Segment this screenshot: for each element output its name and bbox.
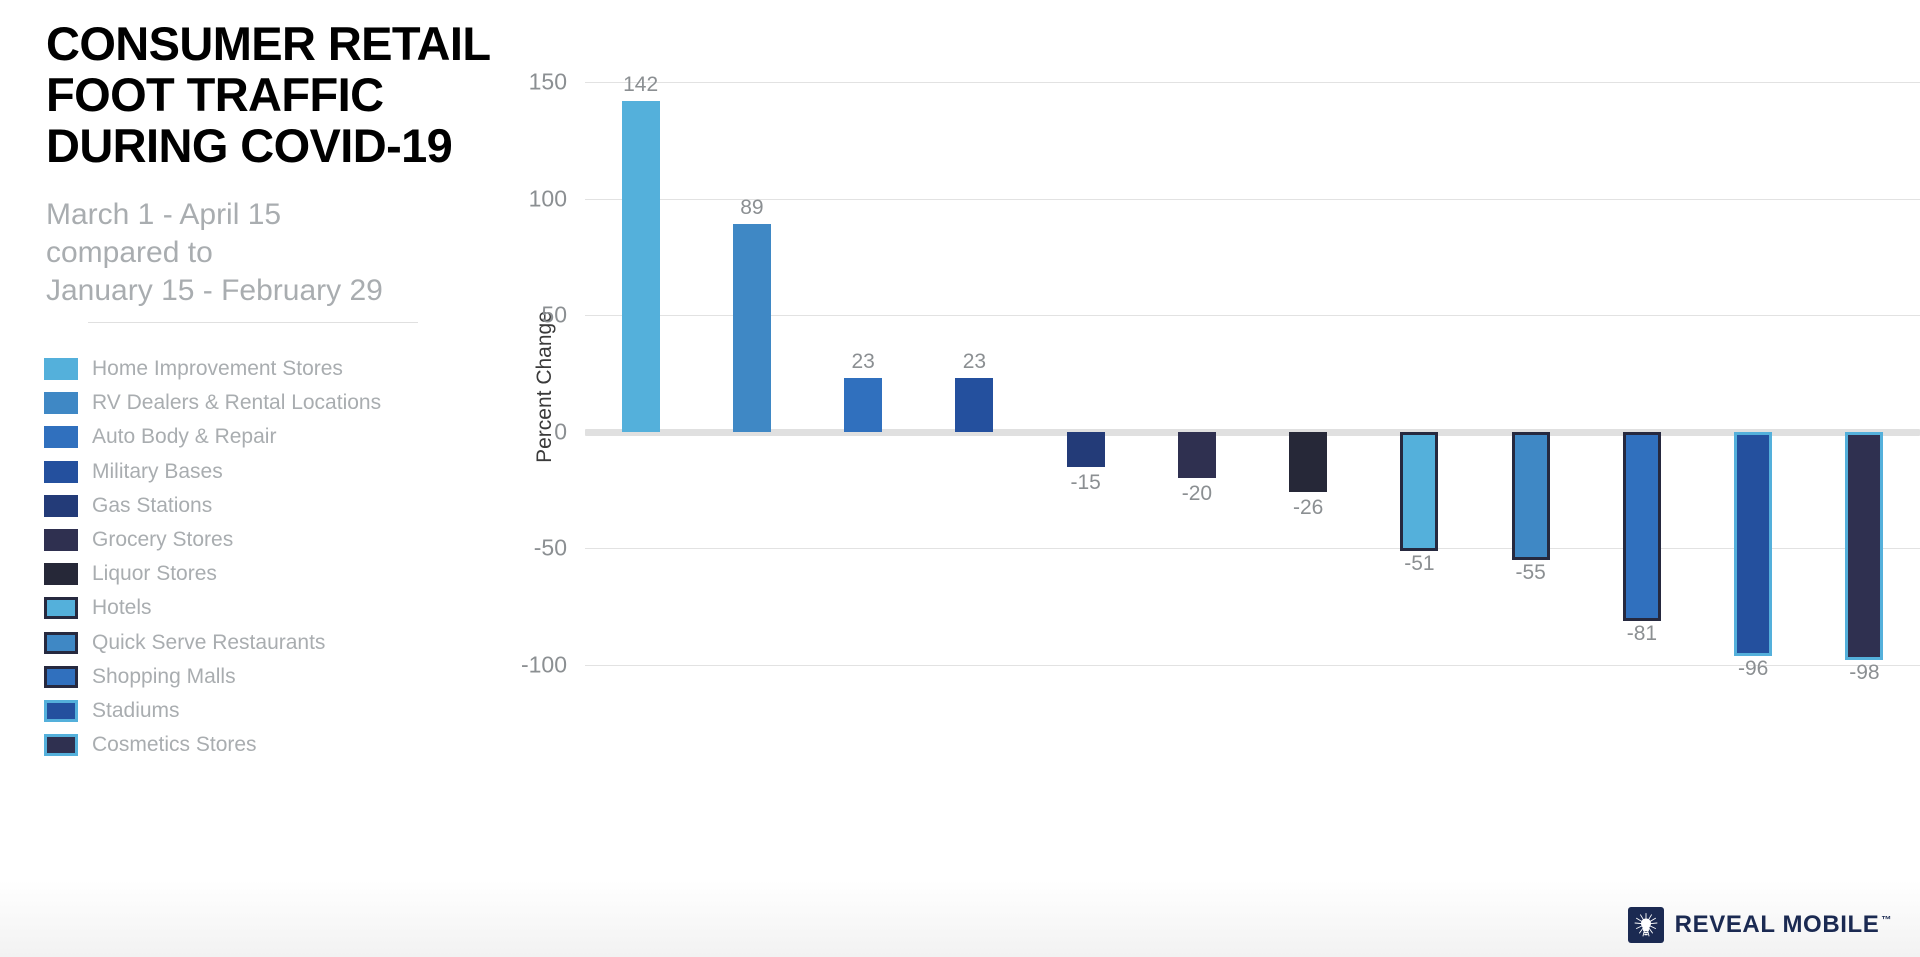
legend-item: Stadiums: [44, 694, 544, 728]
bar-value-label: -26: [1292, 496, 1324, 520]
bar-value-label: -55: [1515, 561, 1546, 585]
bar: 142: [621, 73, 660, 432]
legend-item-label: Military Bases: [92, 459, 223, 483]
page-title-line-2: FOOT TRAFFIC: [46, 68, 384, 121]
legend-item-label: Shopping Malls: [92, 664, 236, 688]
bar: 23: [844, 350, 883, 432]
gridline: 150: [529, 69, 1920, 95]
bar: -81: [1622, 431, 1661, 645]
gridline: -100: [521, 652, 1920, 678]
legend-item-label: Cosmetics Stores: [92, 733, 257, 757]
legend-item-label: Gas Stations: [92, 493, 213, 517]
legend-color-swatch: [44, 426, 78, 449]
y-axis-tick-label: 0: [554, 418, 567, 445]
logo-wordmark: REVEAL MOBILE ™: [1675, 911, 1892, 939]
legend-item: Hotels: [44, 591, 544, 625]
legend-item: Auto Body & Repair: [44, 420, 544, 454]
legend-item-label: Stadiums: [92, 698, 180, 722]
legend-item: Gas Stations: [44, 489, 544, 523]
bar-value-label: -20: [1181, 482, 1213, 506]
page-title-line-3: DURING COVID-19: [46, 119, 453, 172]
gridline: -50: [534, 535, 1920, 561]
bar: -20: [1177, 431, 1216, 505]
bar: -26: [1289, 431, 1328, 519]
legend-color-swatch: [44, 699, 78, 722]
gridline: 100: [529, 185, 1920, 211]
legend-item: Grocery Stores: [44, 523, 544, 557]
y-axis-title: Percent Change: [533, 311, 556, 463]
left-info-panel: CONSUMER RETAIL FOOT TRAFFIC DURING COVI…: [0, 0, 560, 957]
bar-value-label: -96: [1737, 656, 1769, 680]
bar-value-label: -98: [1849, 661, 1880, 685]
legend-color-swatch: [44, 597, 78, 620]
date-range-subtitle: March 1 - April 15 compared to January 1…: [46, 196, 516, 310]
legend-color-swatch: [44, 460, 78, 483]
chart-legend: Home Improvement Stores RV Dealers & Rent…: [44, 352, 544, 762]
legend-color-swatch: [44, 563, 78, 586]
bar: -96: [1734, 431, 1773, 680]
legend-item-label: Auto Body & Repair: [92, 425, 277, 449]
reveal-mobile-lightbulb-icon: [1627, 907, 1664, 943]
logo-trademark: ™: [1881, 915, 1892, 926]
bar-value-label: -51: [1404, 551, 1435, 575]
plot-region: 150 100 50 0 -50 -100 142 89 23 23 -15 -20 -26 -51 -55…: [521, 69, 1920, 684]
bar: -55: [1511, 431, 1550, 584]
legend-item: Liquor Stores: [44, 557, 544, 591]
bar-value-label: -81: [1626, 621, 1658, 645]
y-axis-tick-label: -100: [520, 651, 567, 678]
page-title-line-1: CONSUMER RETAIL: [46, 17, 491, 70]
legend-item: Home Improvement Stores: [44, 352, 544, 386]
subtitle-line-3: January 15 - February 29: [46, 274, 383, 307]
legend-item: Quick Serve Restaurants: [44, 626, 544, 660]
legend-color-swatch: [44, 529, 78, 552]
bar: -98: [1845, 431, 1884, 684]
logo-text-label: REVEAL MOBILE: [1674, 911, 1880, 938]
legend-color-swatch: [44, 631, 78, 654]
y-axis-tick-label: 150: [528, 68, 567, 95]
legend-color-swatch: [44, 358, 78, 381]
legend-divider: [88, 322, 418, 323]
bar-value-label: 89: [740, 196, 764, 220]
gridline: 50: [541, 302, 1920, 328]
y-axis-tick-label: 50: [541, 301, 567, 328]
legend-item: Military Bases: [44, 455, 544, 489]
legend-item: Cosmetics Stores: [44, 728, 544, 762]
legend-item-label: Hotels: [92, 596, 152, 620]
legend-color-swatch: [44, 734, 78, 757]
legend-item-label: Grocery Stores: [92, 528, 234, 552]
y-axis-tick-label: 100: [528, 185, 567, 212]
bar: 23: [955, 350, 994, 432]
page-title: CONSUMER RETAIL FOOT TRAFFIC DURING COVI…: [46, 18, 516, 171]
bar: -51: [1400, 431, 1439, 575]
legend-item-label: Liquor Stores: [92, 562, 217, 586]
legend-color-swatch: [44, 494, 78, 517]
chart-area: Percent Change 150 100 50 0 -50 -100 142 89 23 23…: [500, 0, 1920, 957]
legend-item: Shopping Malls: [44, 660, 544, 694]
y-axis-tick-label: -50: [533, 534, 567, 561]
subtitle-line-1: March 1 - April 15: [46, 198, 282, 231]
legend-item-label: Home Improvement Stores: [92, 357, 343, 381]
legend-item-label: RV Dealers & Rental Locations: [92, 391, 382, 415]
zero-axis-line: 0: [554, 418, 1920, 444]
bar-value-label: 23: [851, 350, 875, 374]
bar: 89: [732, 196, 771, 432]
subtitle-line-2: compared to: [46, 236, 213, 269]
bar: -15: [1066, 431, 1105, 494]
legend-color-swatch: [44, 392, 78, 415]
legend-item: RV Dealers & Rental Locations: [44, 386, 544, 420]
legend-color-swatch: [44, 665, 78, 688]
legend-item-label: Quick Serve Restaurants: [92, 630, 326, 654]
bar-value-label: 142: [623, 72, 659, 96]
bar-value-label: -15: [1070, 470, 1101, 494]
bar-value-label: 23: [962, 350, 987, 374]
reveal-mobile-logo: REVEAL MOBILE ™: [1627, 907, 1892, 943]
